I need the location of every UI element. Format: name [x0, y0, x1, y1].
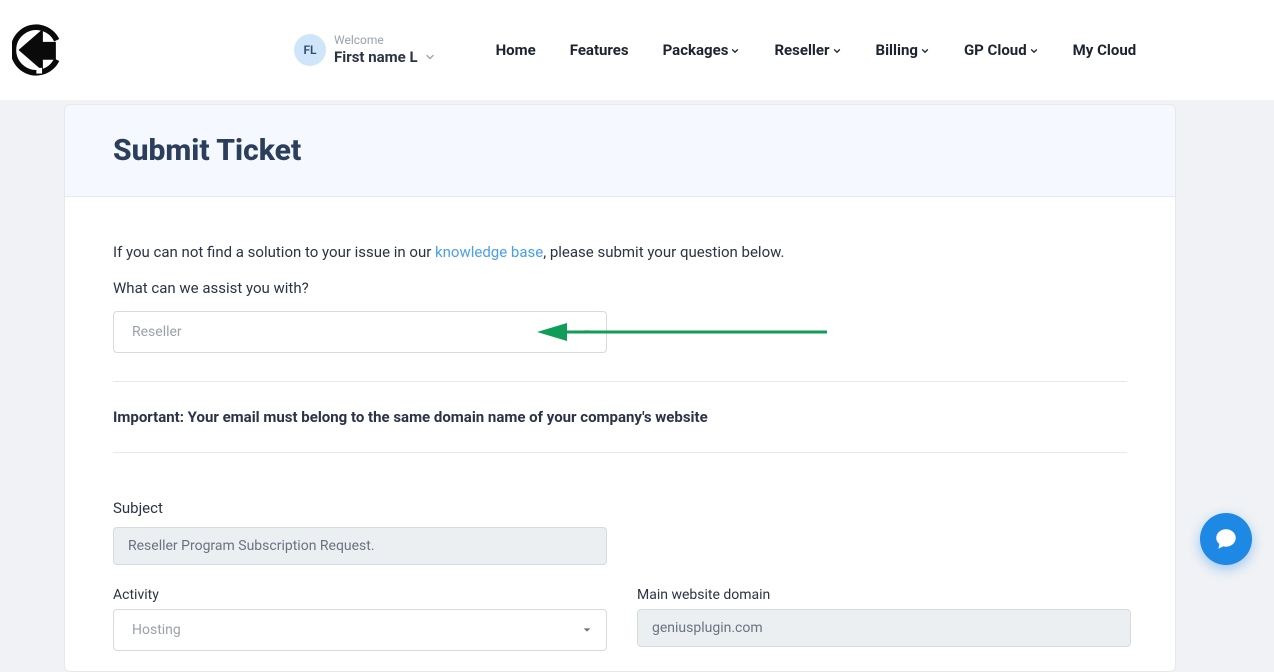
- page-title: Submit Ticket: [113, 133, 1127, 168]
- chevron-down-icon: [920, 46, 930, 56]
- divider: [113, 381, 1127, 382]
- annotation-arrow-icon: [537, 322, 827, 342]
- card-body: If you can not find a solution to your i…: [65, 197, 1175, 671]
- main-domain-label: Main website domain: [637, 587, 1131, 603]
- divider: [113, 452, 1127, 453]
- top-header: FL Welcome First name L Home Features Pa…: [0, 0, 1274, 100]
- chevron-down-icon: [1029, 46, 1039, 56]
- assist-label: What can we assist you with?: [113, 279, 1127, 297]
- welcome-label: Welcome: [334, 34, 436, 47]
- assist-select-value: Reseller: [132, 324, 182, 340]
- activity-select-value: Hosting: [132, 622, 181, 638]
- subject-input[interactable]: Reseller Program Subscription Request.: [113, 527, 607, 565]
- logo: [12, 20, 64, 80]
- nav-features[interactable]: Features: [570, 41, 629, 59]
- intro-text: If you can not find a solution to your i…: [113, 243, 1127, 261]
- subject-label: Subject: [113, 499, 1127, 517]
- nav-my-cloud[interactable]: My Cloud: [1073, 41, 1137, 59]
- avatar: FL: [294, 34, 326, 66]
- nav-gp-cloud[interactable]: GP Cloud: [964, 41, 1039, 59]
- nav-billing[interactable]: Billing: [876, 41, 930, 59]
- card-header: Submit Ticket: [65, 105, 1175, 197]
- user-name: First name L: [334, 48, 418, 66]
- chevron-down-icon: [832, 46, 842, 56]
- user-menu[interactable]: FL Welcome First name L: [294, 34, 436, 66]
- activity-select[interactable]: Hosting: [113, 609, 607, 651]
- main-nav: Home Features Packages Reseller Billing …: [496, 41, 1137, 59]
- nav-reseller[interactable]: Reseller: [774, 41, 841, 59]
- caret-down-icon: [582, 625, 592, 635]
- knowledge-base-link[interactable]: knowledge base: [435, 243, 543, 261]
- important-note: Important: Your email must belong to the…: [113, 400, 1127, 434]
- activity-label: Activity: [113, 587, 607, 603]
- chevron-down-icon: [730, 46, 740, 56]
- nav-home[interactable]: Home: [496, 41, 536, 59]
- chat-icon: [1213, 526, 1239, 552]
- nav-packages[interactable]: Packages: [663, 41, 741, 59]
- chevron-down-icon: [424, 51, 436, 63]
- assist-select[interactable]: Reseller: [113, 311, 607, 353]
- chat-widget-button[interactable]: [1200, 513, 1252, 565]
- main-domain-input[interactable]: geniusplugin.com: [637, 609, 1131, 647]
